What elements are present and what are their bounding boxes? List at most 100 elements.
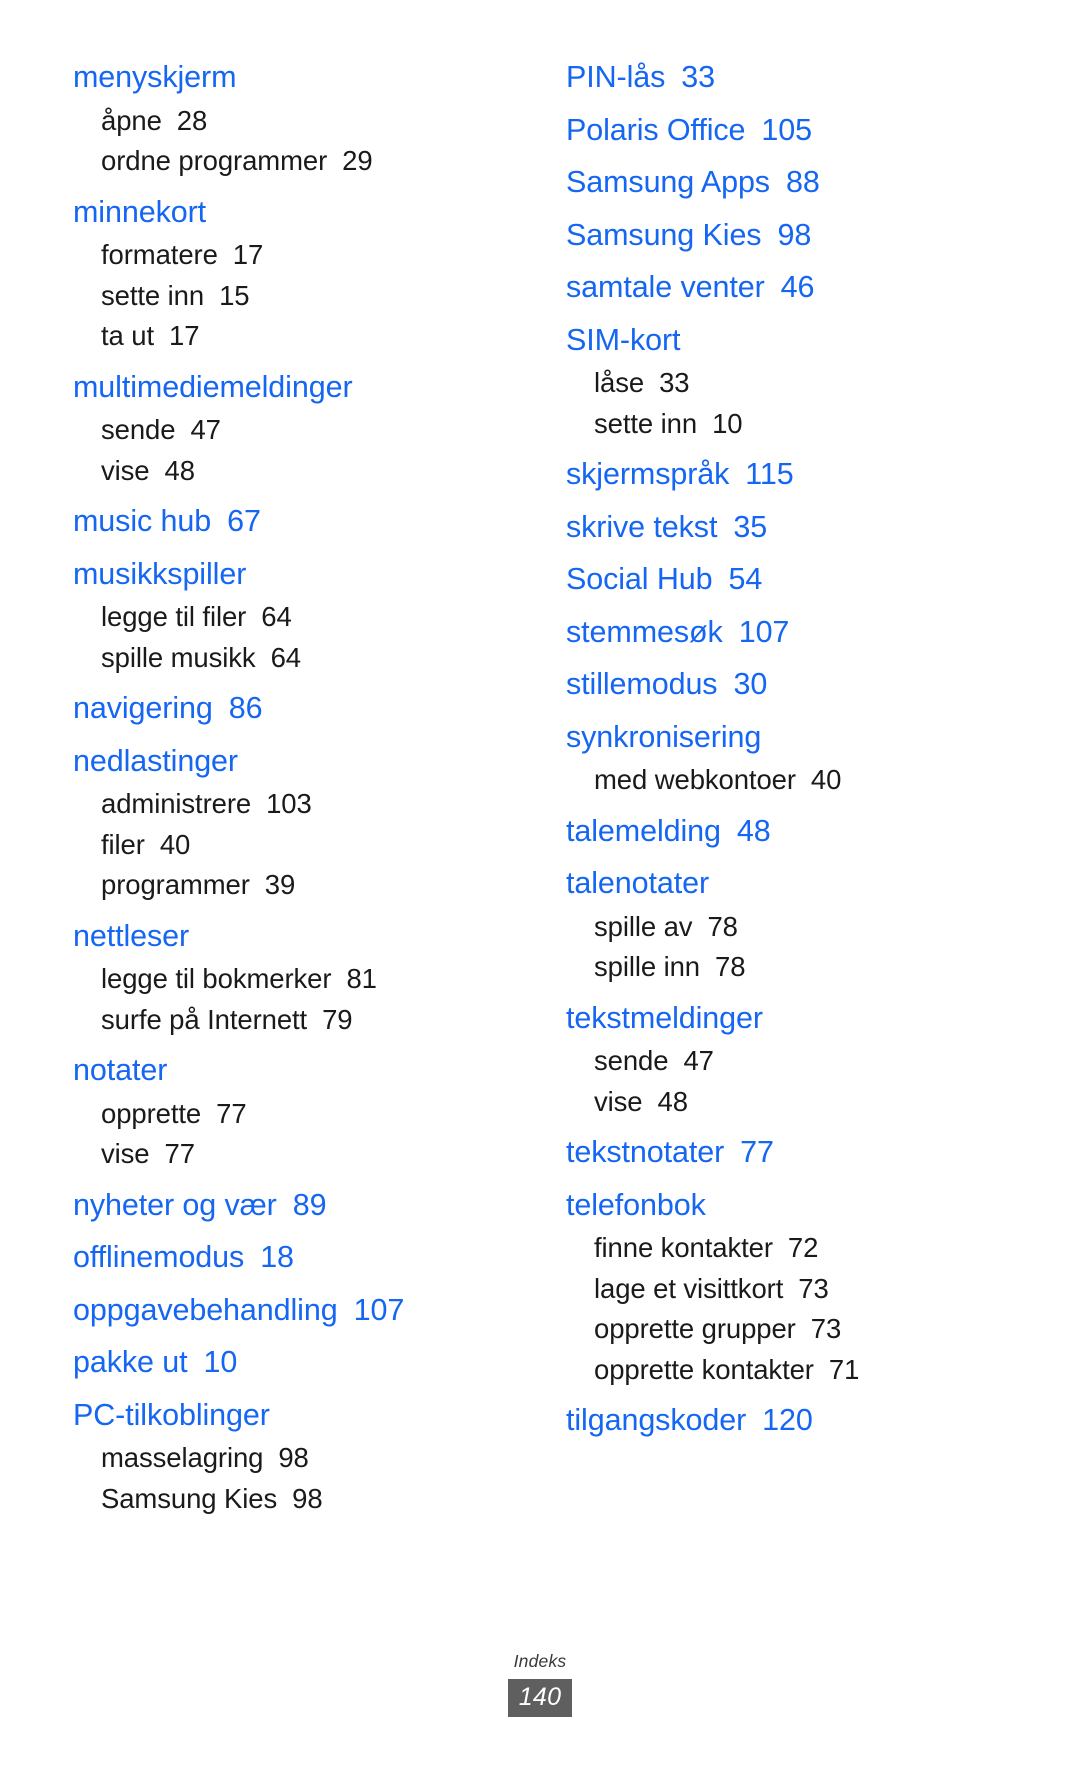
index-entry[interactable]: tekstmeldinger xyxy=(566,1002,1030,1034)
index-entry[interactable]: samtale venter 46 xyxy=(566,272,1030,303)
index-entry[interactable]: Samsung Kies 98 xyxy=(566,217,1030,252)
index-subentry[interactable]: legge til bokmerker 81 xyxy=(73,965,528,993)
index-term: samtale venter xyxy=(566,270,765,304)
index-entry[interactable]: stillemodus 30 xyxy=(566,669,1030,700)
index-term: Samsung Kies xyxy=(101,1482,278,1514)
index-entry[interactable]: pakke ut 10 xyxy=(73,1347,528,1378)
index-subentry[interactable]: programmer 39 xyxy=(73,871,528,899)
index-term: Polaris Office xyxy=(566,112,746,147)
index-entry[interactable]: navigering 86 xyxy=(73,693,528,724)
index-subentry[interactable]: åpne 28 xyxy=(73,104,528,136)
index-entry[interactable]: oppgavebehandling 107 xyxy=(73,1294,528,1326)
index-subentry[interactable]: spille av 78 xyxy=(566,910,1030,942)
index-entry[interactable]: nettleser xyxy=(73,918,528,953)
index-subentry[interactable]: sende 47 xyxy=(73,416,528,444)
index-entry[interactable]: skrive tekst 35 xyxy=(566,509,1030,544)
index-page-number: 40 xyxy=(810,764,842,795)
index-entry[interactable]: talenotater xyxy=(566,868,1030,899)
index-page-number: 28 xyxy=(176,104,208,136)
index-entry[interactable]: tekstnotater 77 xyxy=(566,1137,1030,1168)
index-entry[interactable]: nyheter og vær 89 xyxy=(73,1187,528,1222)
index-subentry[interactable]: Samsung Kies 98 xyxy=(73,1482,528,1514)
index-term: skrive tekst xyxy=(566,509,718,544)
index-term: sende xyxy=(101,414,176,445)
index-term: med webkontoer xyxy=(594,764,796,795)
index-page-number: 88 xyxy=(785,165,820,199)
index-page-number: 107 xyxy=(738,614,790,649)
index-subentry[interactable]: administrere 103 xyxy=(73,790,528,818)
index-term: stemmesøk xyxy=(566,614,723,649)
index-term: nettleser xyxy=(73,918,190,953)
index-term: Samsung Apps xyxy=(566,165,770,199)
index-subentry[interactable]: spille inn 78 xyxy=(566,953,1030,981)
index-subentry[interactable]: sende 47 xyxy=(566,1047,1030,1075)
index-entry[interactable]: minnekort xyxy=(73,196,528,228)
index-subentry[interactable]: filer 40 xyxy=(73,828,528,860)
index-subentry[interactable]: vise 77 xyxy=(73,1140,528,1168)
index-entry[interactable]: music hub 67 xyxy=(73,506,528,537)
index-subentry[interactable]: vise 48 xyxy=(73,454,528,486)
index-subentry[interactable]: opprette kontakter 71 xyxy=(566,1355,1030,1384)
index-entry[interactable]: offlinemodus 18 xyxy=(73,1242,528,1273)
index-subentry[interactable]: formatere 17 xyxy=(73,241,528,269)
index-page-number: 98 xyxy=(777,217,812,252)
index-subentry[interactable]: ordne programmer 29 xyxy=(73,147,528,175)
index-term: spille av xyxy=(594,910,693,942)
index-entry[interactable]: synkronisering xyxy=(566,721,1030,753)
index-entry[interactable]: nedlastinger xyxy=(73,745,528,777)
index-columns: menyskjerm åpne 28 ordne programmer 29 minnek… xyxy=(0,0,1080,1771)
index-term: vise xyxy=(101,454,150,486)
index-column-left: menyskjerm åpne 28 ordne programmer 29 minnek… xyxy=(40,62,540,1512)
index-subentry[interactable]: spille musikk 64 xyxy=(73,643,528,672)
index-term: vise xyxy=(101,1138,150,1169)
index-entry[interactable]: talemelding 48 xyxy=(566,813,1030,848)
index-entry[interactable]: SIM-kort xyxy=(566,324,1030,356)
index-page-number: 33 xyxy=(659,367,690,398)
index-page-number: 48 xyxy=(164,454,195,486)
index-subentry[interactable]: finne kontakter 72 xyxy=(566,1234,1030,1262)
index-subentry[interactable]: legge til filer 64 xyxy=(73,603,528,631)
index-entry[interactable]: Samsung Apps 88 xyxy=(566,167,1030,198)
index-page-number: 29 xyxy=(342,145,373,176)
index-entry[interactable]: notater xyxy=(73,1055,528,1086)
index-entry[interactable]: Social Hub 54 xyxy=(566,564,1030,595)
index-term: pakke ut xyxy=(73,1345,188,1379)
index-entry[interactable]: PIN-lås 33 xyxy=(566,62,1030,93)
index-page-number: 10 xyxy=(712,407,743,439)
index-subentry[interactable]: låse 33 xyxy=(566,369,1030,397)
index-subentry[interactable]: opprette 77 xyxy=(73,1099,528,1128)
index-entry[interactable]: PC-tilkoblinger xyxy=(73,1399,528,1431)
index-entry[interactable]: skjermspråk 115 xyxy=(566,459,1030,490)
index-subentry[interactable]: surfe på Internett 79 xyxy=(73,1005,528,1034)
index-page-number: 72 xyxy=(787,1232,819,1263)
index-term: legge til bokmerker xyxy=(101,963,332,994)
index-subentry[interactable]: lage et visittkort 73 xyxy=(566,1274,1030,1303)
index-subentry[interactable]: sette inn 10 xyxy=(566,407,1030,439)
index-entry[interactable]: multimediemeldinger xyxy=(73,371,528,403)
index-page-number: 89 xyxy=(292,1187,327,1222)
footer-section-label: Indeks xyxy=(513,1651,567,1671)
index-term: filer xyxy=(101,828,145,860)
index-page-number: 47 xyxy=(683,1045,714,1076)
index-column-right: PIN-lås 33 Polaris Office 105 Samsung Apps 88… xyxy=(540,62,1040,1436)
index-subentry[interactable]: opprette grupper 73 xyxy=(566,1315,1030,1343)
index-page-number: 105 xyxy=(761,112,813,147)
index-entry[interactable]: tilgangskoder 120 xyxy=(566,1405,1030,1436)
index-entry[interactable]: stemmesøk 107 xyxy=(566,614,1030,649)
index-term: music hub xyxy=(73,504,212,538)
index-page-number: 17 xyxy=(169,320,200,351)
index-subentry[interactable]: masselagring 98 xyxy=(73,1444,528,1472)
index-page-number: 35 xyxy=(733,509,768,544)
index-subentry[interactable]: sette inn 15 xyxy=(73,281,528,310)
index-term: nyheter og vær xyxy=(73,1187,277,1222)
index-entry[interactable]: Polaris Office 105 xyxy=(566,112,1030,147)
index-page-number: 86 xyxy=(228,691,263,725)
index-entry[interactable]: menyskjerm xyxy=(73,62,528,93)
index-term: formatere xyxy=(101,239,218,270)
index-subentry[interactable]: med webkontoer 40 xyxy=(566,766,1030,794)
index-entry[interactable]: telefonbok xyxy=(566,1189,1030,1221)
index-page-number: 48 xyxy=(736,813,771,848)
index-entry[interactable]: musikkspiller xyxy=(73,558,528,590)
index-subentry[interactable]: ta ut 17 xyxy=(73,322,528,350)
index-subentry[interactable]: vise 48 xyxy=(566,1087,1030,1116)
